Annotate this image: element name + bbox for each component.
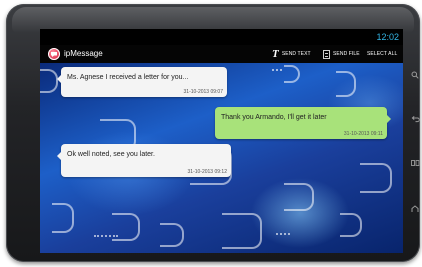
ipmessage-logo-icon[interactable]: [48, 48, 60, 60]
background-decoration: [160, 223, 184, 247]
background-decoration: [336, 71, 356, 97]
background-decoration: [284, 65, 300, 83]
search-icon[interactable]: [410, 70, 420, 80]
send-file-label: SEND FILE: [333, 51, 360, 57]
status-time: 12:02: [376, 32, 399, 42]
status-bar: 12:02: [40, 29, 403, 45]
message-bubble-incoming[interactable]: Ms. Agnese I received a letter for you..…: [57, 67, 227, 97]
background-decoration: [284, 183, 314, 211]
background-decoration: [222, 213, 262, 249]
message-timestamp: 31-10-2013 09:12: [187, 169, 227, 175]
message-text: Ok well noted, see you later.: [67, 151, 155, 158]
message-text: Ms. Agnese I received a letter for you..…: [67, 74, 189, 81]
action-bar: ipMessage T SEND TEXT SEND FILE SELECT A…: [40, 45, 403, 63]
recent-apps-icon[interactable]: [410, 158, 420, 168]
background-decoration: [112, 213, 140, 241]
home-icon[interactable]: [410, 204, 420, 214]
background-decoration: [276, 233, 290, 237]
message-timestamp: 31-10-2013 09:11: [343, 131, 383, 137]
conversation-area[interactable]: Ms. Agnese I received a letter for you..…: [40, 63, 403, 253]
message-text: Thank you Armando, I'll get it later: [221, 114, 327, 121]
message-bubble-outgoing[interactable]: Thank you Armando, I'll get it later 31-…: [215, 107, 391, 139]
select-all-button[interactable]: SELECT ALL: [367, 48, 397, 60]
background-decoration: [340, 213, 362, 237]
message-bubble-incoming[interactable]: Ok well noted, see you later. 31-10-2013…: [57, 144, 231, 177]
background-decoration: [360, 163, 392, 193]
background-decoration: [52, 203, 74, 233]
background-decoration: [272, 69, 282, 73]
send-text-label: SEND TEXT: [281, 51, 311, 57]
send-text-button[interactable]: T SEND TEXT: [272, 48, 311, 60]
select-all-label: SELECT ALL: [367, 51, 398, 57]
background-decoration: [40, 69, 58, 93]
message-timestamp: 31-10-2013 09:07: [183, 89, 223, 95]
send-file-button[interactable]: SEND FILE: [323, 48, 360, 60]
text-T-icon: T: [272, 48, 279, 60]
device-screen: 12:02 ipMessage T SEND TEXT SEND FILE SE…: [40, 29, 403, 253]
file-icon: [323, 49, 330, 59]
tablet-frame: 12:02 ipMessage T SEND TEXT SEND FILE SE…: [6, 4, 420, 262]
back-icon[interactable]: [410, 114, 420, 124]
app-title[interactable]: ipMessage: [64, 49, 103, 59]
